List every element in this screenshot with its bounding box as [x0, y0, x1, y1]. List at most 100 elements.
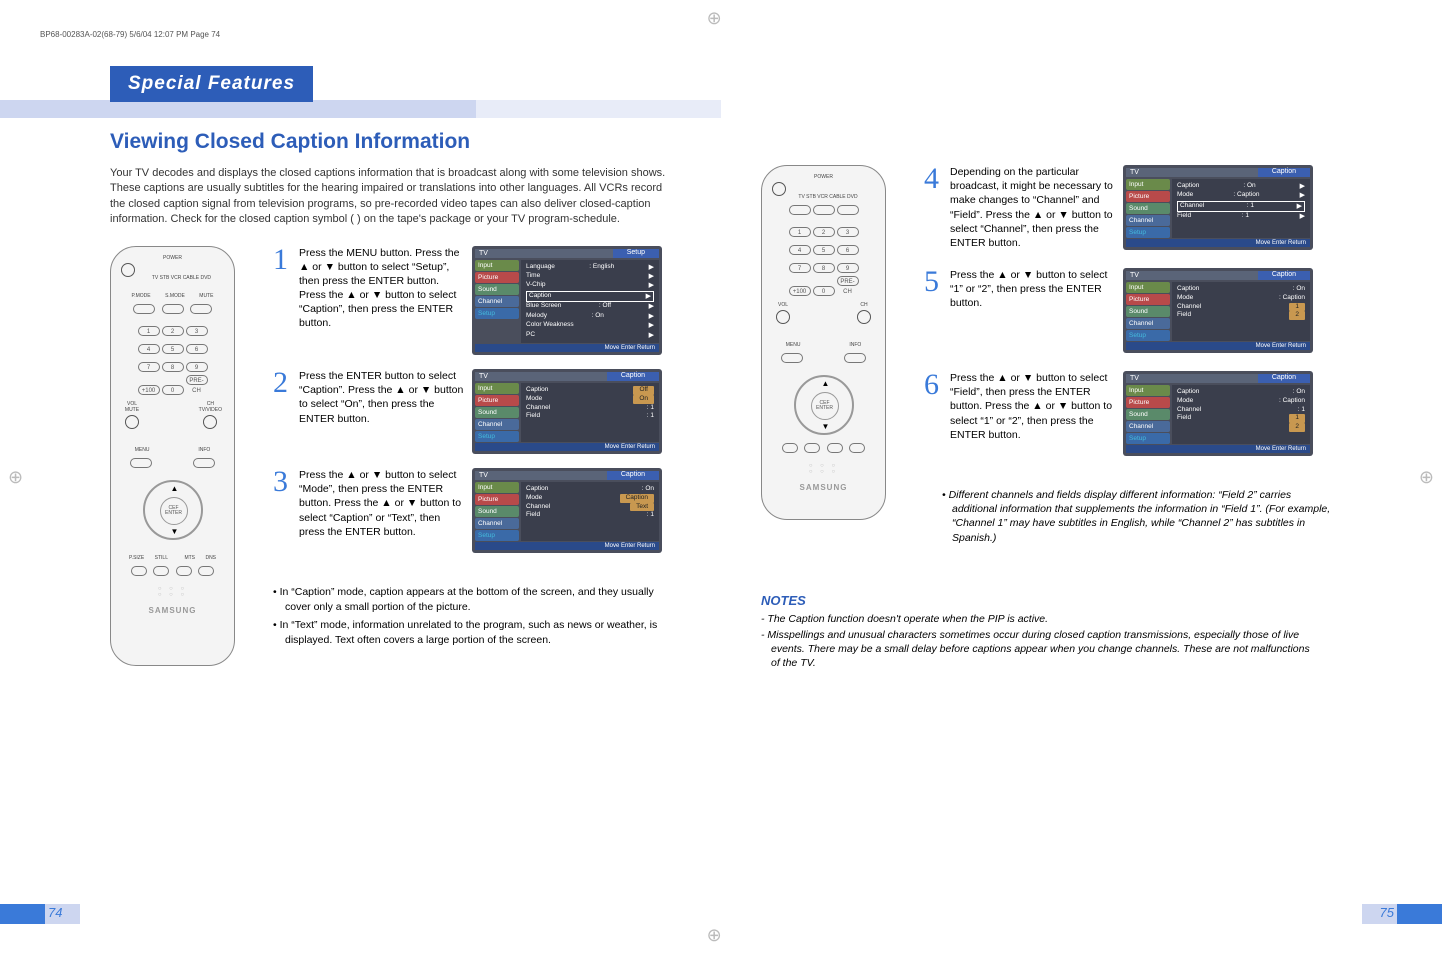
- remote-column-right: POWER TV STB VCR CABLE DVD 123 456 789 +…: [761, 165, 906, 545]
- remote-pmode-label: P.MODE: [132, 293, 151, 299]
- remote-vol-rocker: [125, 415, 139, 429]
- remote-dns-button: [198, 566, 214, 576]
- remote-key-5: 5: [162, 344, 184, 354]
- notes-list: The Caption function doesn't operate whe…: [761, 612, 1321, 671]
- osd-tab-channel: Channel: [475, 296, 519, 307]
- remote-key-9: 9: [186, 362, 208, 372]
- remote-menu-label: MENU: [135, 447, 150, 453]
- osd-field-12: TVCaption Input Picture Sound Channel Se…: [1123, 371, 1313, 456]
- remote-psize-button: [131, 566, 147, 576]
- field-information-note: Different channels and fields display di…: [942, 488, 1332, 545]
- osd-caption-body: CaptionOff ModeOn Channel: 1 Field: 1: [521, 383, 659, 442]
- step-3: 3 Press the ▲ or ▼ button to select “Mod…: [273, 468, 681, 553]
- step-6-number: 6: [924, 371, 942, 456]
- remote-psize-label: P.SIZE: [129, 555, 144, 561]
- remote-column-left: POWER TV STB VCR CABLE DVD P.MODE S.MODE…: [110, 246, 255, 666]
- osd-tab-sound: Sound: [475, 284, 519, 295]
- remote-mts-label: MTS: [184, 555, 195, 561]
- step-4: 4 Depending on the particular broadcast,…: [924, 165, 1332, 250]
- remote-power-button: [121, 263, 135, 277]
- step-2: 2 Press the ENTER button to select “Capt…: [273, 369, 681, 454]
- osd-tab-picture: Picture: [475, 272, 519, 283]
- step-3-text: Press the ▲ or ▼ button to select “Mode”…: [299, 468, 464, 553]
- right-page: POWER TV STB VCR CABLE DVD 123 456 789 +…: [721, 0, 1442, 954]
- remote-smode-button: [162, 304, 184, 314]
- remote-key-1: 1: [138, 326, 160, 336]
- intro-body: Your TV decodes and displays the closed …: [110, 167, 665, 225]
- section-banner: Special Features: [110, 66, 313, 102]
- step-5: 5 Press the ▲ or ▼ button to select “1” …: [924, 268, 1332, 353]
- remote-pmode-button: [133, 304, 155, 314]
- left-page: BP68-00283A-02(68-79) 5/6/04 12:07 PM Pa…: [0, 0, 721, 954]
- osd-setup-body: Language: English▶ Time▶ V-Chip▶ Caption…: [521, 260, 659, 344]
- remote-dots: ○ ○ ○○ ○ ○: [119, 586, 226, 598]
- remote-enter-button: CEF ENTER: [160, 497, 188, 525]
- remote-key-prech: PRE-CH: [186, 375, 208, 385]
- remote-source-labels: TV STB VCR CABLE DVD: [141, 275, 221, 281]
- bullet-caption-mode: In “Caption” mode, caption appears at th…: [273, 585, 681, 614]
- remote-mute-label2: MUTE: [123, 407, 141, 413]
- remote-tvvideo-label: TV/VIDEO: [199, 407, 222, 413]
- osd-tv-label: TV: [479, 250, 488, 257]
- remote-still-button: [153, 566, 169, 576]
- intro-text: Your TV decodes and displays the closed …: [110, 166, 670, 228]
- step-1-number: 1: [273, 246, 291, 356]
- osd-setup-menu: TV Setup Input Picture Sound Channel Setu…: [472, 246, 662, 356]
- caption-text-bullets: In “Caption” mode, caption appears at th…: [273, 585, 681, 652]
- step-4-number: 4: [924, 165, 942, 250]
- step-2-text: Press the ENTER button to select “Captio…: [299, 369, 464, 454]
- content-row-left: POWER TV STB VCR CABLE DVD P.MODE S.MODE…: [110, 246, 681, 666]
- remote-nav-ring: ▲ ▼ CEF ENTER: [143, 480, 203, 540]
- remote-key-plus100: +100: [138, 385, 160, 395]
- osd-tab-setup: Setup: [475, 308, 519, 319]
- remote-dns-label: DNS: [205, 555, 216, 561]
- bullet-text-mode: In “Text” mode, information unrelated to…: [273, 618, 681, 647]
- step-4-text: Depending on the particular broadcast, i…: [950, 165, 1115, 250]
- remote-mts-button: [176, 566, 192, 576]
- top-stripe: [0, 100, 721, 118]
- page-number-left: 74: [48, 905, 62, 920]
- page-number-right: 75: [1380, 905, 1394, 920]
- remote-mute-label: MUTE: [199, 293, 213, 299]
- remote-ch-rocker: [203, 415, 217, 429]
- page-title: Viewing Closed Caption Information: [110, 130, 681, 154]
- remote-logo: SAMSUNG: [119, 606, 226, 615]
- remote-info-button: [193, 458, 215, 468]
- remote-key-4: 4: [138, 344, 160, 354]
- remote-smode-label: S.MODE: [165, 293, 185, 299]
- remote-control-small: POWER TV STB VCR CABLE DVD 123 456 789 +…: [761, 165, 886, 520]
- osd-mode-menu: TVCaption Input Picture Sound Channel Se…: [472, 468, 662, 553]
- remote-key-2: 2: [162, 326, 184, 336]
- remote-info-label: INFO: [198, 447, 210, 453]
- remote-key-8: 8: [162, 362, 184, 372]
- job-header: BP68-00283A-02(68-79) 5/6/04 12:07 PM Pa…: [0, 30, 721, 39]
- note-pip: The Caption function doesn't operate whe…: [761, 612, 1321, 626]
- step-3-number: 3: [273, 468, 291, 553]
- remote-menu-button: [130, 458, 152, 468]
- note-misspellings: Misspellings and unusual characters some…: [761, 628, 1321, 671]
- remote-still-label: STILL: [155, 555, 168, 561]
- step-5-number: 5: [924, 268, 942, 353]
- osd-channel-12: TVCaption Input Picture Sound Channel Se…: [1123, 268, 1313, 353]
- steps-left: 1 Press the MENU button. Press the ▲ or …: [273, 246, 681, 666]
- osd-tab-input: Input: [475, 260, 519, 271]
- remote-control-large: POWER TV STB VCR CABLE DVD P.MODE S.MODE…: [110, 246, 235, 666]
- remote-key-7: 7: [138, 362, 160, 372]
- step-1-text: Press the MENU button. Press the ▲ or ▼ …: [299, 246, 464, 356]
- remote-key-6: 6: [186, 344, 208, 354]
- step-6-text: Press the ▲ or ▼ button to select “Field…: [950, 371, 1115, 456]
- remote-key-3: 3: [186, 326, 208, 336]
- osd-channel-select: TVCaption Input Picture Sound Channel Se…: [1123, 165, 1313, 250]
- job-code: BP68-00283A-02(68-79) 5/6/04 12:07 PM Pa…: [40, 30, 220, 39]
- osd-footer-1: Move Enter Return: [475, 344, 659, 352]
- remote-mute-button: [190, 304, 212, 314]
- steps-right: 4 Depending on the particular broadcast,…: [924, 165, 1332, 545]
- osd-caption-onoff: TVCaption Input Picture Sound Channel Se…: [472, 369, 662, 454]
- page-tab-left: [0, 904, 45, 924]
- step-1: 1 Press the MENU button. Press the ▲ or …: [273, 246, 681, 356]
- notes-heading: NOTES: [761, 593, 1332, 608]
- page-tab-right: [1397, 904, 1442, 924]
- remote-key-0: 0: [162, 385, 184, 395]
- step-5-text: Press the ▲ or ▼ button to select “1” or…: [950, 268, 1115, 353]
- osd-setup-header: Setup: [613, 249, 659, 258]
